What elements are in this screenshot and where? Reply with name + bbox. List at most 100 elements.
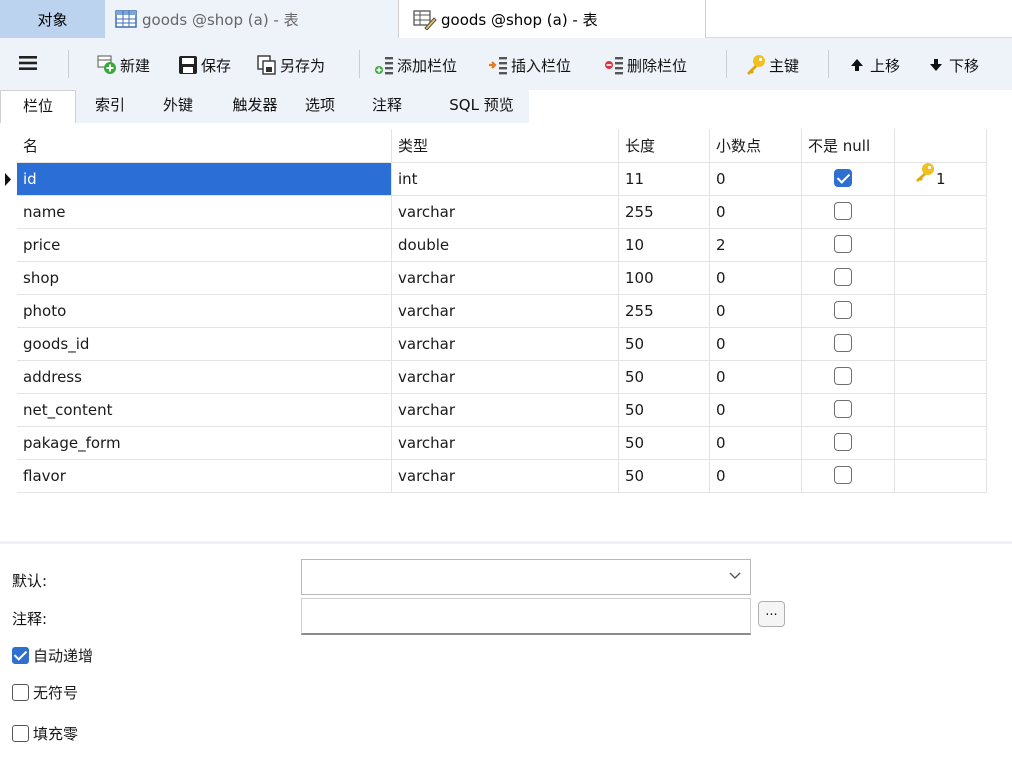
cell-name[interactable]: photo bbox=[17, 295, 392, 328]
cell-name[interactable]: shop bbox=[17, 262, 392, 295]
tab-goods-table-view[interactable]: goods @shop (a) - 表 bbox=[105, 0, 398, 38]
not-null-checkbox[interactable] bbox=[834, 235, 852, 253]
row-marker[interactable] bbox=[0, 460, 17, 493]
cell-decimals[interactable]: 0 bbox=[710, 460, 802, 493]
cell-not-null[interactable] bbox=[802, 163, 895, 196]
cell-length[interactable]: 50 bbox=[619, 460, 710, 493]
not-null-checkbox[interactable] bbox=[834, 334, 852, 352]
cell-name[interactable]: id bbox=[17, 163, 392, 196]
not-null-checkbox[interactable] bbox=[834, 466, 852, 484]
cell-name[interactable]: address bbox=[17, 361, 392, 394]
cell-not-null[interactable] bbox=[802, 328, 895, 361]
cell-type[interactable]: varchar bbox=[392, 295, 619, 328]
column-header-type[interactable]: 类型 bbox=[392, 129, 619, 163]
new-button[interactable]: 新建 bbox=[96, 52, 150, 78]
cell-name[interactable]: name bbox=[17, 196, 392, 229]
cell-name[interactable]: pakage_form bbox=[17, 427, 392, 460]
cell-type[interactable]: varchar bbox=[392, 196, 619, 229]
row-marker[interactable] bbox=[0, 163, 17, 196]
cell-not-null[interactable] bbox=[802, 229, 895, 262]
save-button[interactable]: 保存 bbox=[177, 52, 231, 78]
tab-goods-table-design[interactable]: goods @shop (a) - 表 bbox=[398, 0, 706, 39]
cell-key[interactable]: 1 bbox=[895, 163, 987, 196]
cell-decimals[interactable]: 0 bbox=[710, 361, 802, 394]
cell-key[interactable] bbox=[895, 328, 987, 361]
cell-key[interactable] bbox=[895, 361, 987, 394]
cell-key[interactable] bbox=[895, 394, 987, 427]
tab-objects[interactable]: 对象 bbox=[0, 0, 105, 38]
cell-key[interactable] bbox=[895, 460, 987, 493]
unsigned-option[interactable]: 无符号 bbox=[12, 682, 78, 703]
cell-type[interactable]: varchar bbox=[392, 427, 619, 460]
cell-key[interactable] bbox=[895, 262, 987, 295]
unsigned-checkbox[interactable] bbox=[12, 684, 29, 701]
not-null-checkbox[interactable] bbox=[834, 433, 852, 451]
row-marker[interactable] bbox=[0, 394, 17, 427]
cell-decimals[interactable]: 0 bbox=[710, 196, 802, 229]
cell-decimals[interactable]: 0 bbox=[710, 295, 802, 328]
cell-not-null[interactable] bbox=[802, 262, 895, 295]
comment-ellipsis-button[interactable]: ... bbox=[758, 601, 785, 627]
tab-comment[interactable]: 注释 bbox=[356, 90, 418, 123]
row-marker[interactable] bbox=[0, 229, 17, 262]
cell-length[interactable]: 50 bbox=[619, 394, 710, 427]
cell-type[interactable]: varchar bbox=[392, 394, 619, 427]
cell-length[interactable]: 11 bbox=[619, 163, 710, 196]
cell-type[interactable]: double bbox=[392, 229, 619, 262]
move-down-button[interactable]: 下移 bbox=[925, 52, 979, 78]
cell-not-null[interactable] bbox=[802, 427, 895, 460]
not-null-checkbox[interactable] bbox=[834, 367, 852, 385]
cell-type[interactable]: int bbox=[392, 163, 619, 196]
row-marker[interactable] bbox=[0, 262, 17, 295]
column-header-length[interactable]: 长度 bbox=[619, 129, 710, 163]
auto-increment-checkbox[interactable] bbox=[12, 647, 29, 664]
cell-decimals[interactable]: 0 bbox=[710, 262, 802, 295]
cell-not-null[interactable] bbox=[802, 295, 895, 328]
cell-decimals[interactable]: 2 bbox=[710, 229, 802, 262]
zerofill-option[interactable]: 填充零 bbox=[12, 723, 78, 744]
save-as-button[interactable]: 另存为 bbox=[256, 52, 325, 78]
column-header-decimals[interactable]: 小数点 bbox=[710, 129, 802, 163]
comment-input[interactable] bbox=[301, 598, 751, 635]
zerofill-checkbox[interactable] bbox=[12, 725, 29, 742]
cell-length[interactable]: 10 bbox=[619, 229, 710, 262]
tab-options[interactable]: 选项 bbox=[286, 90, 354, 123]
row-marker[interactable] bbox=[0, 295, 17, 328]
tab-indexes[interactable]: 索引 bbox=[76, 90, 144, 123]
cell-length[interactable]: 255 bbox=[619, 196, 710, 229]
insert-column-button[interactable]: 插入栏位 bbox=[487, 52, 571, 78]
tab-sql-preview[interactable]: SQL 预览 bbox=[434, 90, 529, 123]
menu-button[interactable] bbox=[18, 52, 38, 78]
cell-decimals[interactable]: 0 bbox=[710, 394, 802, 427]
move-up-button[interactable]: 上移 bbox=[846, 52, 900, 78]
not-null-checkbox[interactable] bbox=[834, 202, 852, 220]
row-marker[interactable] bbox=[0, 361, 17, 394]
cell-type[interactable]: varchar bbox=[392, 361, 619, 394]
cell-length[interactable]: 255 bbox=[619, 295, 710, 328]
cell-not-null[interactable] bbox=[802, 460, 895, 493]
default-value-combobox[interactable] bbox=[301, 559, 751, 595]
row-marker[interactable] bbox=[0, 328, 17, 361]
cell-decimals[interactable]: 0 bbox=[710, 328, 802, 361]
cell-not-null[interactable] bbox=[802, 394, 895, 427]
not-null-checkbox[interactable] bbox=[834, 400, 852, 418]
cell-key[interactable] bbox=[895, 196, 987, 229]
tab-foreign-keys[interactable]: 外键 bbox=[144, 90, 212, 123]
cell-decimals[interactable]: 0 bbox=[710, 163, 802, 196]
cell-type[interactable]: varchar bbox=[392, 262, 619, 295]
cell-key[interactable] bbox=[895, 427, 987, 460]
row-marker[interactable] bbox=[0, 196, 17, 229]
row-marker[interactable] bbox=[0, 427, 17, 460]
cell-not-null[interactable] bbox=[802, 361, 895, 394]
not-null-checkbox[interactable] bbox=[834, 268, 852, 286]
column-header-name[interactable]: 名 bbox=[17, 129, 392, 163]
not-null-checkbox[interactable] bbox=[834, 169, 852, 187]
primary-key-button[interactable]: 主键 bbox=[745, 52, 799, 78]
cell-name[interactable]: flavor bbox=[17, 460, 392, 493]
cell-type[interactable]: varchar bbox=[392, 328, 619, 361]
cell-name[interactable]: net_content bbox=[17, 394, 392, 427]
cell-type[interactable]: varchar bbox=[392, 460, 619, 493]
cell-key[interactable] bbox=[895, 229, 987, 262]
cell-decimals[interactable]: 0 bbox=[710, 427, 802, 460]
add-column-button[interactable]: 添加栏位 bbox=[373, 52, 457, 78]
